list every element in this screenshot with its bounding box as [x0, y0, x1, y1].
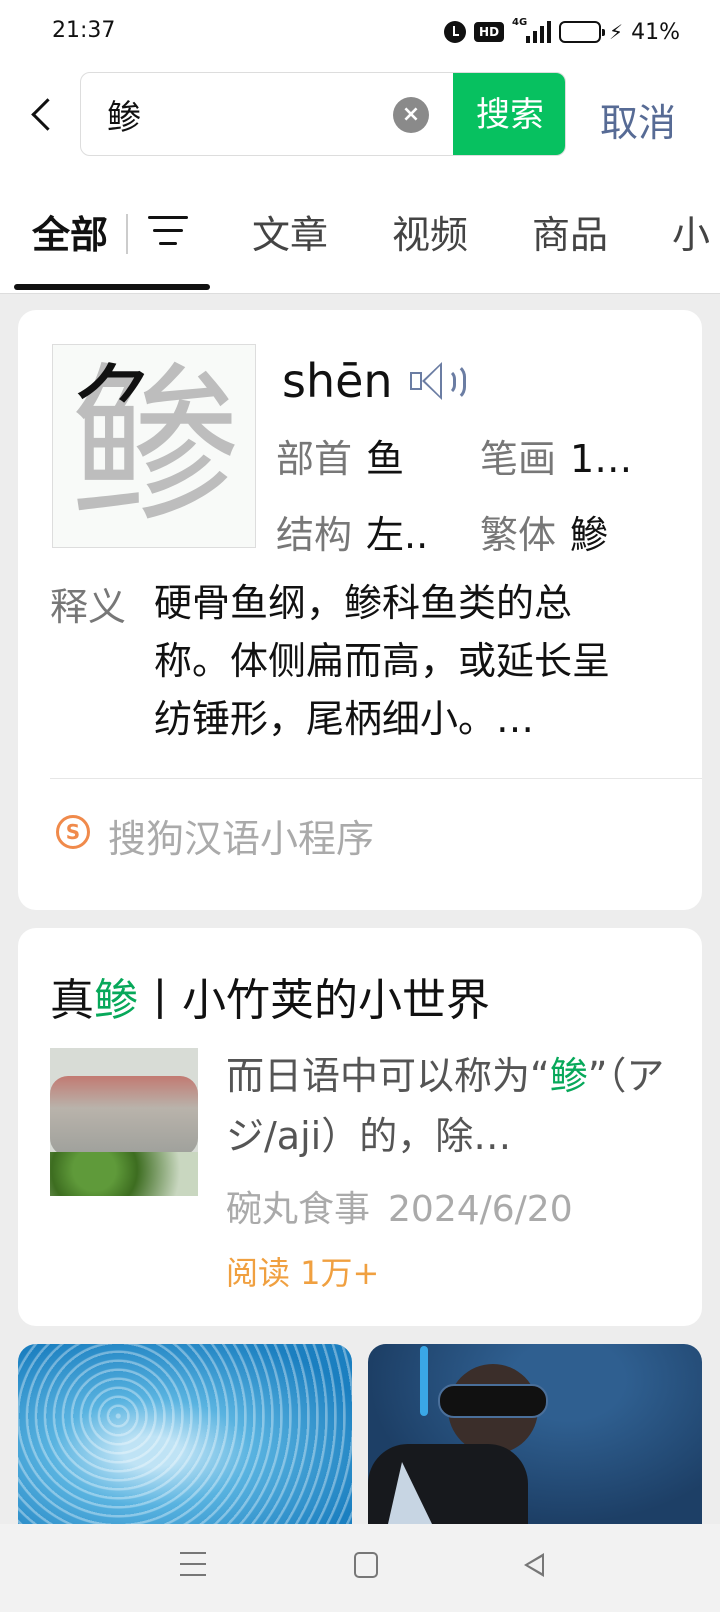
traditional-row: 繁体鰺	[480, 504, 608, 559]
stroke-animation[interactable]: 鲹 ⺈	[52, 344, 256, 548]
radical-row: 部首鱼	[276, 428, 404, 483]
tab-divider	[126, 214, 128, 254]
publish-date: 2024/6/20	[388, 1189, 573, 1230]
tab-videos[interactable]: 视频	[392, 204, 468, 259]
search-bar: × 搜索 取消	[0, 64, 720, 168]
back-button[interactable]	[26, 90, 62, 138]
battery-percent: 41%	[631, 19, 680, 45]
source-name[interactable]: 搜狗汉语小程序	[108, 808, 374, 863]
home-icon[interactable]	[354, 1552, 378, 1578]
tab-more[interactable]: 小	[672, 204, 710, 259]
structure-value: 左..	[366, 513, 429, 557]
system-nav-bar	[0, 1524, 720, 1612]
battery-icon	[559, 21, 606, 43]
filter-icon[interactable]	[148, 216, 188, 250]
status-bar: 21:37 HD 4G ⚡ 41%	[0, 0, 720, 64]
account-name[interactable]: 碗丸食事	[226, 1189, 370, 1230]
cancel-button[interactable]: 取消	[600, 92, 676, 147]
strokes-value: 1…	[570, 437, 633, 481]
pinyin: shēn	[282, 354, 393, 408]
video-thumbnail-left[interactable]	[18, 1344, 352, 1524]
title-prefix: 真	[50, 975, 94, 1026]
article-title[interactable]: 真鲹丨小竹荚的小世界	[50, 964, 490, 1028]
active-tab-indicator	[14, 284, 210, 290]
dictionary-card[interactable]: 鲹 ⺈ shēn 部首鱼 笔画 1… 结构 左.. 繁体鰺 释义 硬骨鱼纲，鲹科鱼类…	[18, 310, 702, 910]
title-highlight: 鲹	[94, 975, 138, 1026]
traditional-value: 鰺	[570, 513, 609, 557]
back-nav-icon[interactable]	[524, 1553, 544, 1577]
divider	[50, 778, 702, 779]
video-thumbnail-right[interactable]	[368, 1344, 702, 1524]
category-tabs: 全部 文章 视频 商品 小	[0, 168, 720, 294]
alarm-icon	[444, 21, 467, 43]
search-box[interactable]: × 搜索	[80, 72, 566, 156]
title-suffix: 丨小竹荚的小世界	[138, 975, 490, 1026]
speaker-icon[interactable]	[410, 358, 470, 406]
status-icons: HD 4G ⚡ 41%	[444, 16, 680, 48]
article-meta: 碗丸食事 2024/6/20	[226, 1180, 573, 1232]
article-thumbnail[interactable]	[50, 1048, 198, 1196]
article-card[interactable]: 真鲹丨小竹荚的小世界 而日语中可以称为“鲹”（アジ/aji）的，除… 碗丸食事 2…	[18, 928, 702, 1326]
article-snippet: 而日语中可以称为“鲹”（アジ/aji）的，除…	[226, 1046, 666, 1166]
definition-text: 硬骨鱼纲，鲹科鱼类的总称。体侧扁而高，或延长呈纺锤形，尾柄细小。…	[154, 581, 611, 741]
snippet-highlight: 鲹	[549, 1054, 588, 1098]
search-button[interactable]: 搜索	[453, 73, 565, 155]
strokes-label: 笔画	[480, 437, 557, 481]
structure-label: 结构	[276, 513, 353, 557]
sogou-icon: S	[56, 815, 90, 849]
hd-icon: HD	[474, 22, 505, 42]
tab-articles[interactable]: 文章	[252, 204, 328, 259]
definition-label: 释义	[50, 585, 127, 629]
charging-icon: ⚡	[609, 20, 624, 44]
structure-row: 结构 左..	[276, 504, 428, 559]
signal-icon: 4G	[512, 17, 552, 43]
status-time: 21:37	[52, 18, 116, 43]
read-count: 阅读 1万+	[226, 1254, 380, 1292]
snippet-prefix: 而日语中可以称为“	[226, 1054, 550, 1098]
radical-label: 部首	[276, 437, 353, 481]
strokes-row: 笔画 1…	[480, 428, 632, 483]
radical-value: 鱼	[366, 437, 405, 481]
network-type: 4G	[512, 17, 528, 28]
clear-icon[interactable]: ×	[393, 97, 429, 133]
tab-products[interactable]: 商品	[532, 204, 608, 259]
menu-icon[interactable]	[180, 1552, 206, 1578]
traditional-label: 繁体	[480, 513, 557, 557]
search-input[interactable]	[107, 91, 367, 137]
stroke-highlight: ⺈	[71, 355, 161, 460]
tab-all[interactable]: 全部	[32, 204, 108, 259]
